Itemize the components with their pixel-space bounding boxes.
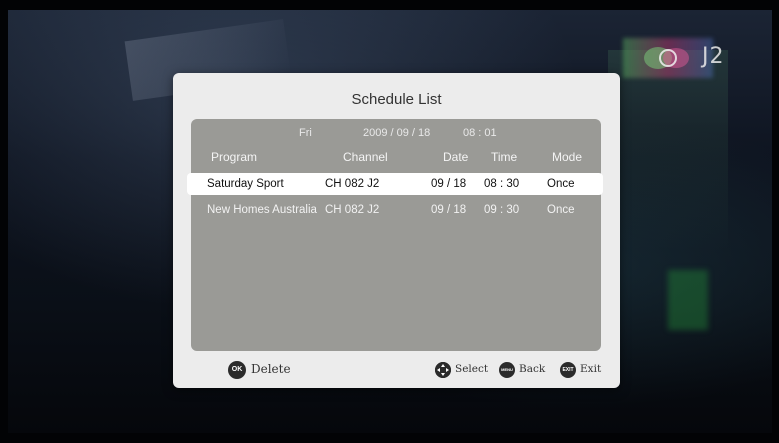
current-datetime: Fri 2009 / 09 / 18 08 : 01	[191, 127, 601, 143]
dpad-navigate-icon[interactable]	[435, 362, 451, 378]
row-mode: Once	[547, 178, 575, 190]
schedule-row[interactable]: New Homes Australia CH 082 J2 09 / 18 09…	[191, 200, 601, 222]
header-channel: Channel	[343, 150, 388, 164]
video-highlight	[668, 270, 708, 330]
back-hint-label: Back	[519, 363, 546, 375]
channel-watermark: J2	[642, 44, 762, 72]
current-time: 08 : 01	[463, 127, 497, 139]
row-channel: CH 082 J2	[325, 178, 380, 190]
delete-hint-label: Delete	[251, 362, 291, 376]
current-day: Fri	[299, 127, 312, 139]
row-time: 08 : 30	[484, 178, 520, 190]
row-date: 09 / 18	[431, 204, 467, 216]
row-date: 09 / 18	[431, 178, 467, 190]
row-mode: Once	[547, 204, 575, 216]
row-time: 09 : 30	[484, 204, 520, 216]
current-date: 2009 / 09 / 18	[363, 127, 431, 139]
row-program: New Homes Australia	[207, 204, 317, 216]
row-program: Saturday Sport	[207, 178, 284, 190]
video-highlight	[608, 50, 728, 250]
menu-button-icon[interactable]: MENU	[499, 362, 515, 378]
table-header: Program Channel Date Time Mode	[191, 150, 601, 168]
header-date: Date	[443, 150, 469, 164]
header-program: Program	[211, 150, 258, 164]
schedule-list-panel: Fri 2009 / 09 / 18 08 : 01 Program Chann…	[187, 119, 603, 351]
exit-button-icon[interactable]: EXIT	[560, 362, 576, 378]
key-hints-bar: OK Delete Select MENU Back EXIT Exit	[173, 360, 620, 380]
schedule-row-selected[interactable]: Saturday Sport CH 082 J2 09 / 18 08 : 30…	[187, 173, 603, 195]
ok-button-icon[interactable]: OK	[228, 361, 246, 379]
select-hint-label: Select	[455, 363, 489, 375]
dialog-title: Schedule List	[351, 91, 442, 108]
schedule-list-dialog: Schedule List Fri 2009 / 09 / 18 08 : 01…	[173, 73, 620, 388]
watermark-text: J2	[702, 44, 725, 69]
header-mode: Mode	[552, 150, 583, 164]
tv-screen: J2 Schedule List Fri 2009 / 09 / 18 08 :…	[0, 0, 779, 443]
channel-logo-icon	[644, 47, 689, 69]
row-channel: CH 082 J2	[325, 204, 380, 216]
header-time: Time	[491, 150, 518, 164]
exit-hint-label: Exit	[580, 363, 602, 375]
